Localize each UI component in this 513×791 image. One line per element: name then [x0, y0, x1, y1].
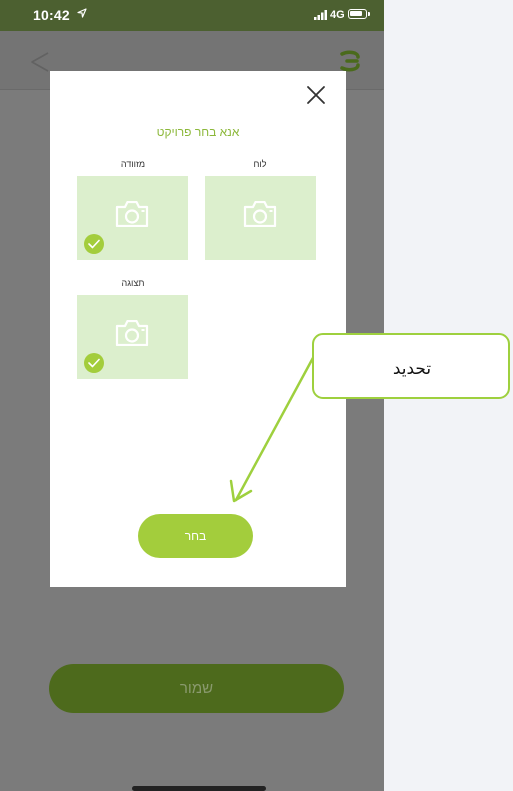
- choose-button[interactable]: בחר: [138, 514, 253, 558]
- battery-icon: [348, 9, 367, 19]
- project-tile-suitcase[interactable]: [77, 176, 188, 260]
- check-icon: [84, 234, 104, 254]
- menu-icon[interactable]: [338, 49, 362, 73]
- save-button[interactable]: שמור: [49, 664, 344, 713]
- annotation-callout: تحديد: [312, 333, 510, 399]
- project-label-suitcase: מזוודה: [120, 159, 146, 169]
- close-icon[interactable]: [306, 85, 326, 105]
- project-tile-display[interactable]: [77, 295, 188, 379]
- camera-icon: [243, 201, 277, 227]
- annotation-text: تحديد: [392, 359, 432, 378]
- project-tile-board[interactable]: [205, 176, 316, 260]
- signal-icon: [314, 10, 327, 20]
- status-bar: 10:42 4G: [0, 0, 384, 31]
- status-time: 10:42: [33, 7, 70, 23]
- check-icon: [84, 353, 104, 373]
- dialog-title: אנא בחר פרויקט: [156, 125, 240, 139]
- location-arrow-icon: [77, 8, 87, 18]
- home-indicator: [132, 786, 266, 791]
- battery-tip: [368, 12, 370, 16]
- camera-icon: [115, 320, 149, 346]
- back-arrow-icon[interactable]: [30, 51, 50, 73]
- network-type: 4G: [330, 9, 345, 21]
- project-label-board: לוח: [253, 159, 267, 169]
- project-label-display: תצוגה: [121, 278, 145, 288]
- camera-icon: [115, 201, 149, 227]
- select-project-dialog: אנא בחר פרויקט לוח מזוודה תצוגה בחר: [50, 71, 346, 587]
